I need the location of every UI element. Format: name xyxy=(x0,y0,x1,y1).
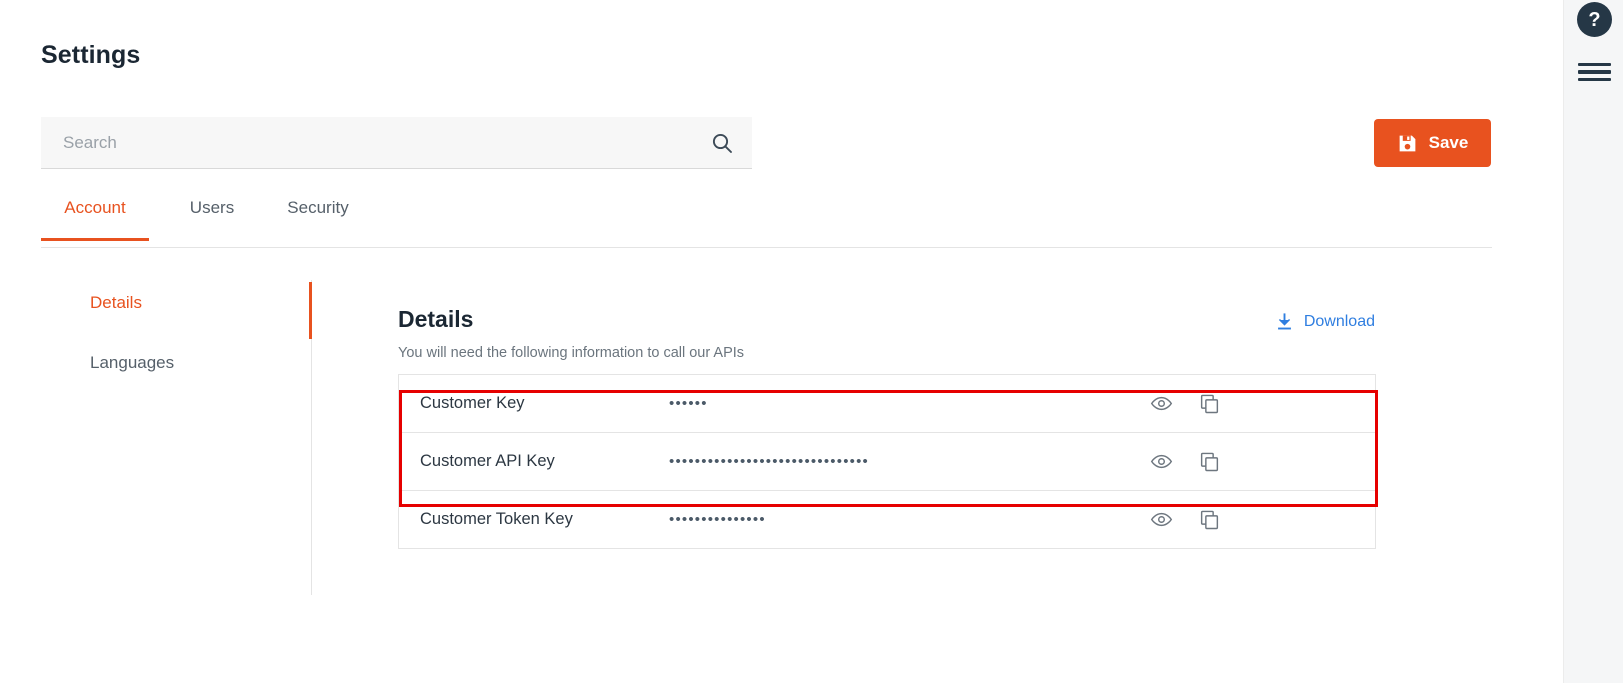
download-link-label: Download xyxy=(1303,313,1375,330)
hamburger-bar xyxy=(1578,63,1611,67)
eye-icon[interactable] xyxy=(1150,450,1173,473)
floppy-disk-icon xyxy=(1397,133,1418,154)
tab-security[interactable]: Security xyxy=(273,198,363,241)
table-row: Customer Token Key ••••••••••••••• xyxy=(399,490,1375,548)
right-rail: ? xyxy=(1563,0,1623,683)
copy-icon[interactable] xyxy=(1198,508,1221,531)
table-row: Customer Key •••••• xyxy=(399,374,1375,432)
hamburger-bar xyxy=(1578,70,1611,74)
key-value: ••••••••••••••••••••••••••••••• xyxy=(669,453,869,470)
details-subtitle: You will need the following information … xyxy=(398,345,745,361)
key-value: ••••••••••••••• xyxy=(669,511,766,528)
download-link[interactable]: Download xyxy=(1276,313,1375,331)
key-label: Customer Key xyxy=(420,394,525,412)
eye-icon[interactable] xyxy=(1150,508,1173,531)
help-button[interactable]: ? xyxy=(1577,2,1612,37)
question-mark-icon: ? xyxy=(1588,8,1601,31)
save-button-label: Save xyxy=(1428,133,1469,152)
search-box[interactable] xyxy=(41,117,752,169)
subnav-item-languages[interactable]: Languages xyxy=(41,340,311,386)
key-label: Customer Token Key xyxy=(420,510,573,528)
hamburger-menu-icon[interactable] xyxy=(1578,61,1611,83)
key-value: •••••• xyxy=(669,395,708,412)
key-label: Customer API Key xyxy=(420,452,555,470)
search-icon[interactable] xyxy=(710,131,734,155)
copy-icon[interactable] xyxy=(1198,450,1221,473)
settings-subnav: Details Languages xyxy=(41,280,312,595)
details-title: Details xyxy=(398,306,474,332)
main-content: Settings Save xyxy=(0,0,1563,683)
table-row: Customer API Key •••••••••••••••••••••••… xyxy=(399,432,1375,490)
copy-icon[interactable] xyxy=(1198,392,1221,415)
api-keys-table: Customer Key •••••• Customer API Key •••… xyxy=(398,374,1376,549)
save-button[interactable]: Save xyxy=(1374,119,1491,167)
row-actions xyxy=(1150,450,1375,473)
subnav-item-details[interactable]: Details xyxy=(41,280,312,339)
eye-icon[interactable] xyxy=(1150,392,1173,415)
tab-account[interactable]: Account xyxy=(41,198,149,241)
details-header: Details You will need the following info… xyxy=(398,300,1376,374)
row-actions xyxy=(1150,392,1375,415)
details-panel: Details You will need the following info… xyxy=(398,300,1376,549)
tab-bar: Account Users Security xyxy=(41,198,1492,248)
page-title: Settings xyxy=(41,41,141,69)
search-input[interactable] xyxy=(61,131,710,154)
settings-page: Settings Save xyxy=(0,0,1623,683)
tab-users[interactable]: Users xyxy=(176,198,248,241)
download-icon xyxy=(1276,313,1293,331)
row-actions xyxy=(1150,508,1375,531)
hamburger-bar xyxy=(1578,77,1611,81)
